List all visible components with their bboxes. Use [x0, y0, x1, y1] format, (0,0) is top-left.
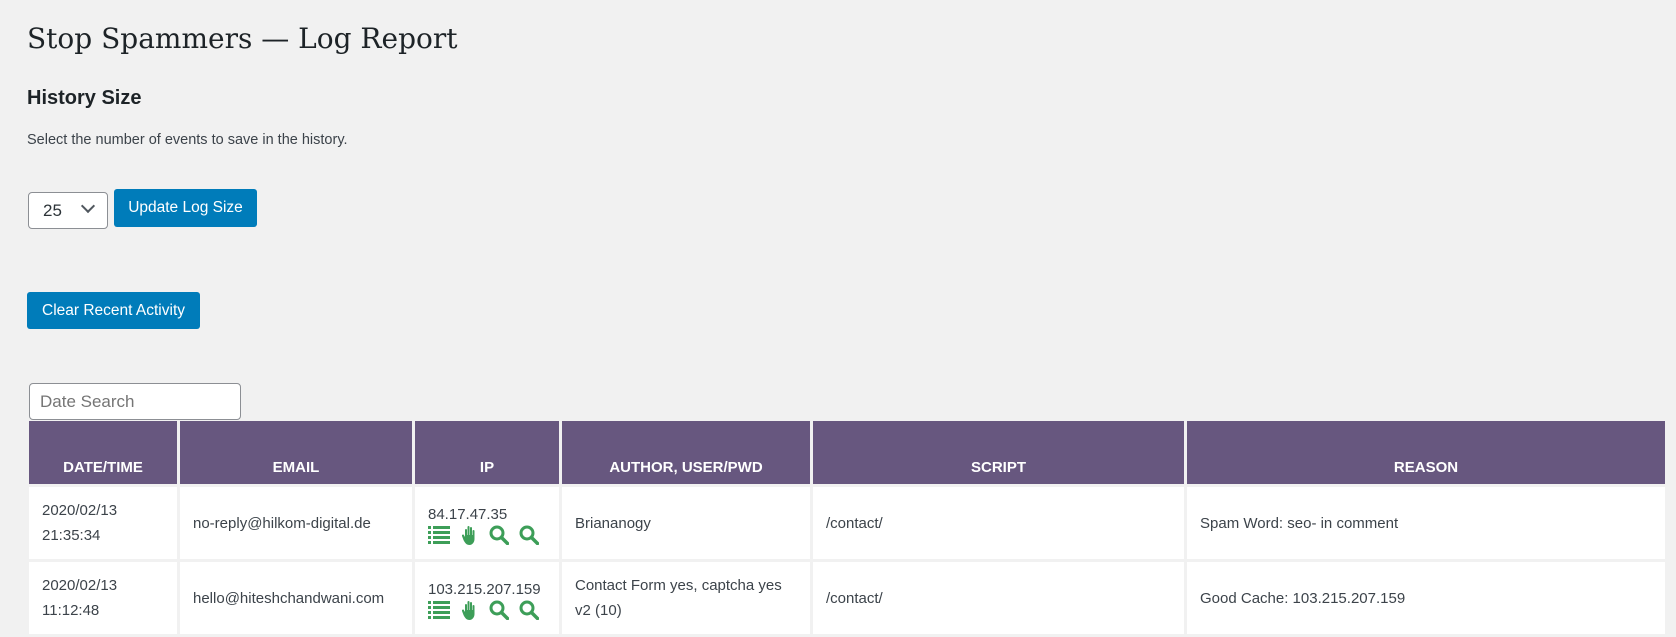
date: 2020/02/13 [42, 502, 118, 519]
selected-value: 25 [43, 201, 62, 220]
cell-reason: Good Cache: 103.215.207.159 [1187, 562, 1665, 634]
search-icon[interactable] [518, 600, 540, 620]
list-icon[interactable] [428, 600, 450, 620]
update-log-size-button[interactable]: Update Log Size [114, 189, 257, 227]
search-icon[interactable] [488, 525, 510, 545]
cell-script: /contact/ [813, 562, 1184, 634]
history-size-heading: History Size [27, 87, 142, 109]
ip-address: 103.215.207.159 [428, 580, 541, 598]
search-icon[interactable] [518, 525, 540, 545]
date: 2020/02/13 [42, 577, 118, 594]
cell-datetime: 2020/02/13 11:12:48 [29, 562, 177, 634]
search-icon[interactable] [488, 600, 510, 620]
cell-author: Contact Form yes, captcha yes v2 (10) [562, 562, 810, 634]
cell-email: no-reply@hilkom-digital.de [180, 487, 412, 559]
history-size-select[interactable]: 25 [28, 192, 108, 229]
cell-email: hello@hiteshchandwani.com [180, 562, 412, 634]
history-description: Select the number of events to save in t… [27, 132, 348, 148]
col-ip[interactable]: IP [415, 421, 559, 484]
col-reason[interactable]: REASON [1187, 421, 1665, 484]
col-author[interactable]: AUTHOR, USER/PWD [562, 421, 810, 484]
time: 11:12:48 [42, 602, 100, 619]
hand-stop-icon[interactable] [458, 525, 480, 545]
time: 21:35:34 [42, 527, 101, 544]
table-row: 2020/02/13 11:12:48 hello@hiteshchandwani… [29, 562, 1665, 634]
list-icon[interactable] [428, 525, 450, 545]
table-row: 2020/02/13 21:35:34 no-reply@hilkom-digit… [29, 487, 1665, 559]
hand-stop-icon[interactable] [458, 600, 480, 620]
cell-author: Briananogy [562, 487, 810, 559]
page-title: Stop Spammers — Log Report [27, 22, 458, 55]
ip-address: 84.17.47.35 [428, 505, 508, 523]
chevron-down-icon [80, 198, 96, 214]
ip-actions [428, 600, 546, 620]
col-email[interactable]: EMAIL [180, 421, 412, 484]
date-search-input[interactable] [29, 383, 241, 420]
cell-reason: Spam Word: seo- in comment [1187, 487, 1665, 559]
ip-actions [428, 525, 546, 545]
cell-ip: 103.215.207.159 [415, 562, 559, 634]
clear-recent-activity-button[interactable]: Clear Recent Activity [27, 292, 200, 329]
col-script[interactable]: SCRIPT [813, 421, 1184, 484]
cell-ip: 84.17.47.35 [415, 487, 559, 559]
col-datetime[interactable]: DATE/TIME [29, 421, 177, 484]
cell-script: /contact/ [813, 487, 1184, 559]
cell-datetime: 2020/02/13 21:35:34 [29, 487, 177, 559]
log-table: DATE/TIME EMAIL IP AUTHOR, USER/PWD SCRI… [26, 418, 1668, 637]
